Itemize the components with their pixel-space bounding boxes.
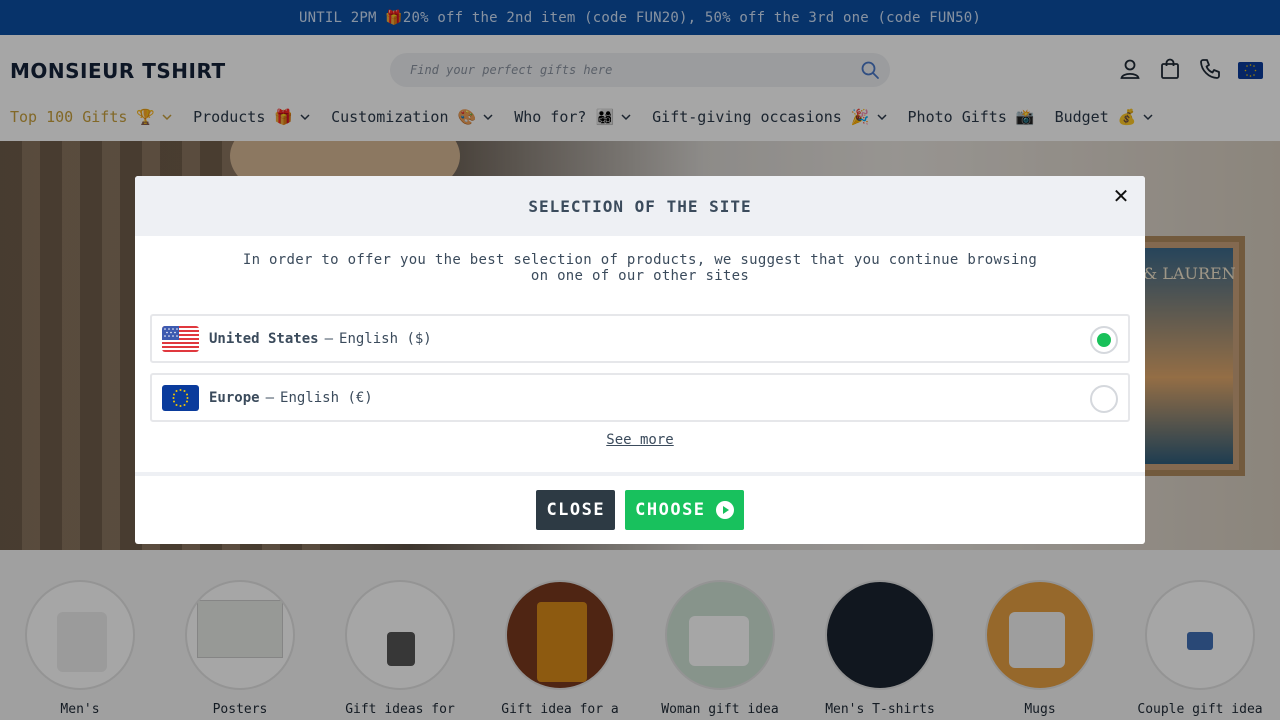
close-button-label: CLOSE bbox=[546, 500, 606, 520]
choose-button[interactable]: CHOOSE bbox=[625, 490, 744, 530]
separator: – bbox=[265, 389, 275, 406]
modal-header: SELECTION OF THE SITE bbox=[135, 176, 1145, 236]
choose-button-label: CHOOSE bbox=[635, 500, 706, 520]
site-option-europe[interactable]: Europe – English (€) bbox=[150, 373, 1130, 422]
site-name: Europe bbox=[209, 389, 260, 406]
site-language: English ($) bbox=[339, 330, 432, 347]
modal-description-line: In order to offer you the best selection… bbox=[242, 252, 1038, 268]
modal-description-line: on one of our other sites bbox=[530, 268, 750, 284]
us-flag-icon bbox=[162, 325, 199, 352]
site-language: English (€) bbox=[280, 389, 373, 406]
play-circle-icon bbox=[715, 501, 734, 519]
modal-footer: CLOSE CHOOSE bbox=[135, 472, 1145, 544]
radio-europe[interactable] bbox=[1090, 385, 1118, 413]
see-more-link[interactable]: See more bbox=[135, 432, 1145, 448]
modal-title: SELECTION OF THE SITE bbox=[528, 196, 752, 216]
modal-description: In order to offer you the best selection… bbox=[135, 252, 1145, 284]
radio-united-states[interactable] bbox=[1090, 326, 1118, 354]
eu-flag-icon bbox=[162, 384, 199, 411]
separator: – bbox=[324, 330, 334, 347]
site-selection-modal: SELECTION OF THE SITE ✕ In order to offe… bbox=[135, 176, 1145, 544]
site-name: United States bbox=[209, 330, 319, 347]
close-button[interactable]: CLOSE bbox=[536, 490, 616, 530]
close-icon[interactable]: ✕ bbox=[1111, 186, 1131, 206]
site-option-united-states[interactable]: United States – English ($) bbox=[150, 314, 1130, 363]
